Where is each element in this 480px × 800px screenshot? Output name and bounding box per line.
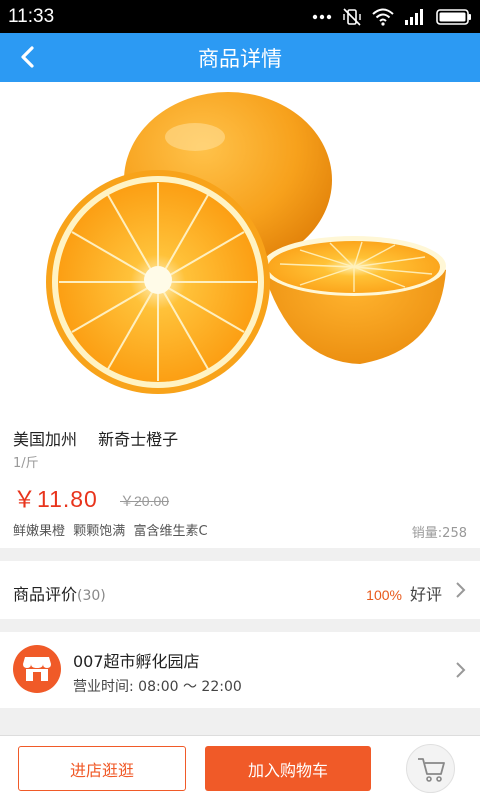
product-name: 美国加州 新奇士橙子 [13,430,179,449]
shopping-cart-icon[interactable] [406,744,455,793]
orange-illustration [46,92,446,394]
wifi-icon [372,8,394,26]
reviews-label: 商品评价(30) [13,581,106,605]
product-unit: 1/斤 [13,456,39,471]
vibrate-mute-icon [343,8,361,26]
more-dots-icon [312,14,332,20]
store-name: 007超市孵化园店 [73,652,200,671]
original-price: ￥20.00 [120,493,170,509]
product-image [0,82,480,412]
reviews-count: (30) [77,588,106,604]
battery-icon [436,9,471,25]
status-time: 11:33 [8,6,55,27]
store-card[interactable]: 007超市孵化园店 营业时间: 08:00 ～ 22:00 [0,632,480,708]
store-hours: 营业时间: 08:00 ～ 22:00 [73,679,242,695]
add-to-cart-button[interactable]: 加入购物车 [205,746,371,791]
product-info-card: 美国加州 新奇士橙子 1/斤 ￥11.80 ￥20.00 鲜嫩果橙 颗颗饱满 富… [0,412,480,548]
sales-count: 销量:258 [411,526,467,541]
store-icon [13,645,61,693]
good-rating-label: 好评 [409,585,442,604]
product-price: ￥11.80 [13,486,98,512]
reviews-row[interactable]: 商品评价(30) 100% 好评 [0,561,480,619]
product-tags: 鲜嫩果橙 颗颗饱满 富含维生素C [13,524,208,539]
status-bar: 11:33 [0,0,480,33]
good-rating: 100% 好评 [366,581,442,605]
reviews-title: 商品评价 [13,585,78,604]
chevron-right-icon [456,662,466,678]
app-bar: 商品详情 [0,33,480,82]
page-title: 商品详情 [198,47,282,71]
signal-icon [405,9,423,25]
visit-store-button[interactable]: 进店逛逛 [18,746,186,791]
good-rating-percent: 100% [366,587,402,603]
status-icons [312,7,472,27]
chevron-right-icon [456,582,466,598]
bottom-action-bar: 进店逛逛 加入购物车 [0,735,480,800]
